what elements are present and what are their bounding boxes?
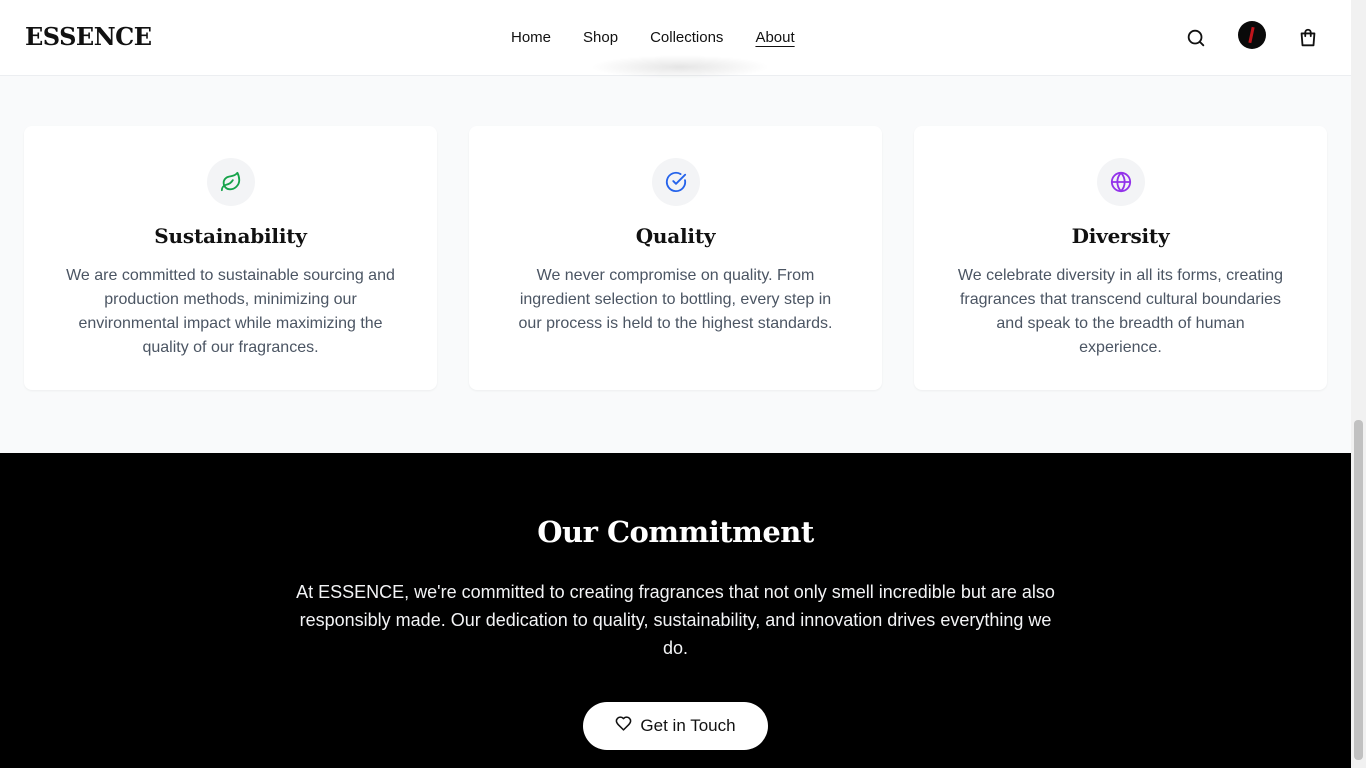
nav-home[interactable]: Home xyxy=(511,28,551,48)
values-section: Sustainability We are committed to susta… xyxy=(0,76,1351,453)
get-in-touch-button[interactable]: Get in Touch xyxy=(583,702,768,750)
leaf-icon xyxy=(207,158,255,206)
card-title: Quality xyxy=(635,224,716,248)
card-text: We celebrate diversity in all its forms,… xyxy=(957,267,1284,356)
commitment-section: Our Commitment At ESSENCE, we're committ… xyxy=(0,453,1351,768)
commitment-title: Our Commitment xyxy=(537,515,814,549)
main-nav: Home Shop Collections About xyxy=(511,28,827,48)
card-title: Sustainability xyxy=(154,224,307,248)
cta-label: Get in Touch xyxy=(640,716,736,735)
card-title: Diversity xyxy=(1071,224,1170,248)
page-scrollbar[interactable] xyxy=(1351,0,1366,768)
globe-icon xyxy=(1097,158,1145,206)
value-card-quality: Quality We never compromise on quality. … xyxy=(469,126,882,390)
nav-shop[interactable]: Shop xyxy=(583,28,618,48)
page: ESSENCE Home Shop Collections About Sust… xyxy=(0,0,1351,768)
shopping-bag-icon[interactable] xyxy=(1297,27,1319,49)
card-text: We are committed to sustainable sourcing… xyxy=(66,267,395,356)
value-card-diversity: Diversity We celebrate diversity in all … xyxy=(914,126,1327,390)
search-icon[interactable] xyxy=(1185,27,1207,49)
commitment-text: At ESSENCE, we're committed to creating … xyxy=(296,582,1055,658)
nav-about[interactable]: About xyxy=(755,28,794,48)
check-circle-icon xyxy=(652,158,700,206)
site-header: ESSENCE Home Shop Collections About xyxy=(0,0,1351,79)
card-text: We never compromise on quality. From ing… xyxy=(518,267,833,332)
nav-hover-shadow xyxy=(590,55,770,79)
user-avatar[interactable] xyxy=(1238,21,1266,49)
heart-icon xyxy=(615,715,632,737)
nav-collections[interactable]: Collections xyxy=(650,28,723,48)
logo[interactable]: ESSENCE xyxy=(25,22,152,51)
scrollbar-thumb[interactable] xyxy=(1354,420,1363,760)
value-card-sustainability: Sustainability We are committed to susta… xyxy=(24,126,437,390)
